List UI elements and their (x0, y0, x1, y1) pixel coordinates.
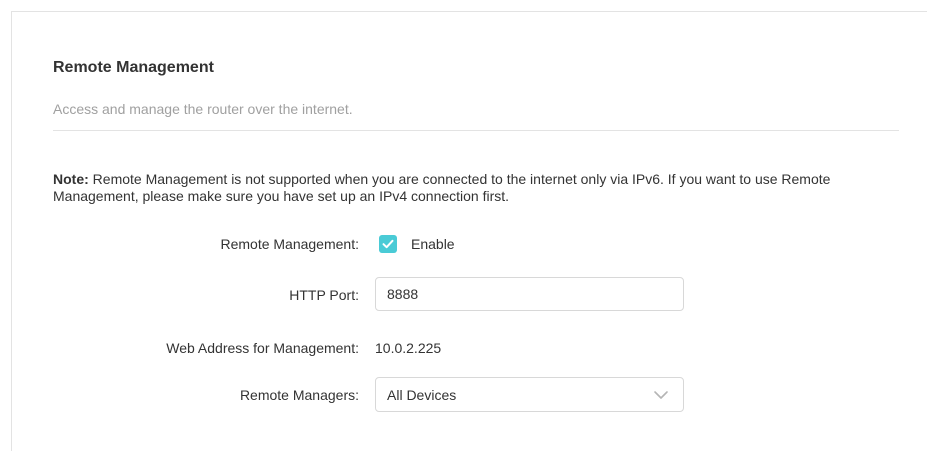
remote-management-label: Remote Management: (220, 236, 359, 252)
web-address-label: Web Address for Management: (166, 340, 359, 356)
section-description: Access and manage the router over the in… (53, 101, 353, 117)
section-divider (53, 130, 899, 131)
section-title: Remote Management (53, 59, 214, 76)
web-address-value: 10.0.2.225 (375, 340, 442, 356)
remote-managers-label: Remote Managers: (239, 387, 359, 403)
remote-managers-selected-value: All Devices (387, 387, 457, 403)
check-icon (382, 239, 394, 249)
note-text: Note: Remote Management is not supported… (53, 171, 899, 205)
note-body: Remote Management is not supported when … (53, 171, 831, 204)
enable-checkbox[interactable] (379, 235, 397, 253)
remote-managers-select[interactable]: All Devices (375, 377, 684, 412)
note-prefix: Note: (53, 171, 89, 187)
http-port-input[interactable] (375, 277, 684, 311)
http-port-label: HTTP Port: (289, 287, 359, 303)
chevron-down-icon (654, 391, 668, 399)
enable-checkbox-label[interactable]: Enable (411, 235, 455, 253)
